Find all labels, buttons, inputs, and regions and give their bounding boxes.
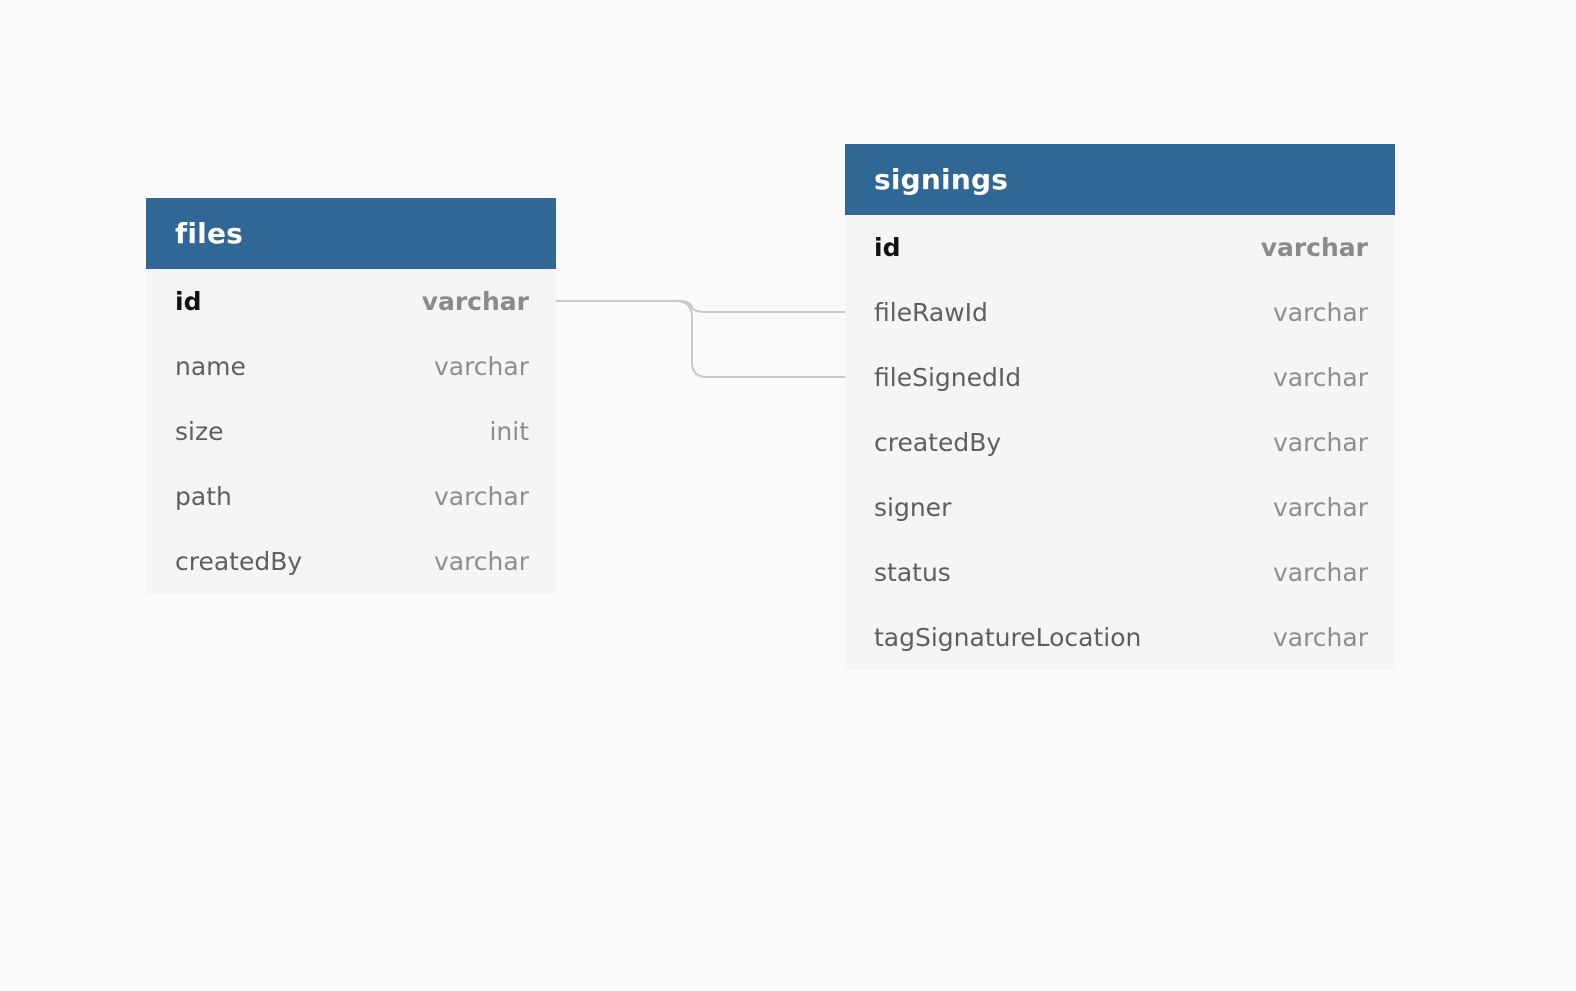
table-signings[interactable]: signings id varchar fileRawId varchar fi…: [845, 144, 1395, 670]
table-files-title: files: [175, 217, 244, 250]
field-name: fileSignedId: [874, 363, 1022, 392]
field-type: varchar: [1272, 623, 1368, 652]
diagram-canvas[interactable]: files id varchar name varchar size init …: [0, 0, 1576, 991]
table-signings-row-filesignedid[interactable]: fileSignedId varchar: [845, 345, 1395, 410]
field-name: createdBy: [175, 547, 303, 576]
field-name: status: [874, 558, 951, 587]
table-signings-row-status[interactable]: status varchar: [845, 540, 1395, 605]
table-files[interactable]: files id varchar name varchar size init …: [146, 198, 556, 594]
field-name: path: [175, 482, 232, 511]
table-files-row-id[interactable]: id varchar: [146, 269, 556, 334]
table-files-row-name[interactable]: name varchar: [146, 334, 556, 399]
table-signings-row-tagsignaturelocation[interactable]: tagSignatureLocation varchar: [845, 605, 1395, 670]
field-name: tagSignatureLocation: [874, 623, 1142, 652]
table-signings-title: signings: [874, 163, 1009, 196]
table-signings-header[interactable]: signings: [845, 144, 1395, 215]
field-name: id: [874, 233, 901, 262]
field-type: varchar: [433, 352, 529, 381]
table-signings-row-id[interactable]: id varchar: [845, 215, 1395, 280]
field-type: varchar: [1272, 298, 1368, 327]
field-name: signer: [874, 493, 952, 522]
field-name: createdBy: [874, 428, 1002, 457]
table-signings-row-signer[interactable]: signer varchar: [845, 475, 1395, 540]
field-name: size: [175, 417, 224, 446]
field-type: init: [489, 417, 529, 446]
field-type: varchar: [433, 482, 529, 511]
field-type: varchar: [1272, 493, 1368, 522]
field-name: name: [175, 352, 246, 381]
table-signings-row-filerawid[interactable]: fileRawId varchar: [845, 280, 1395, 345]
field-type: varchar: [1272, 428, 1368, 457]
field-type: varchar: [1272, 363, 1368, 392]
field-type: varchar: [433, 547, 529, 576]
table-files-row-size[interactable]: size init: [146, 399, 556, 464]
table-files-row-path[interactable]: path varchar: [146, 464, 556, 529]
field-type: varchar: [1260, 233, 1368, 262]
field-type: varchar: [421, 287, 529, 316]
table-signings-row-createdby[interactable]: createdBy varchar: [845, 410, 1395, 475]
table-files-row-createdby[interactable]: createdBy varchar: [146, 529, 556, 594]
field-name: id: [175, 287, 202, 316]
field-type: varchar: [1272, 558, 1368, 587]
relation-files-id-to-signings-filerawid[interactable]: [556, 300, 845, 313]
field-name: fileRawId: [874, 298, 988, 327]
table-files-header[interactable]: files: [146, 198, 556, 269]
